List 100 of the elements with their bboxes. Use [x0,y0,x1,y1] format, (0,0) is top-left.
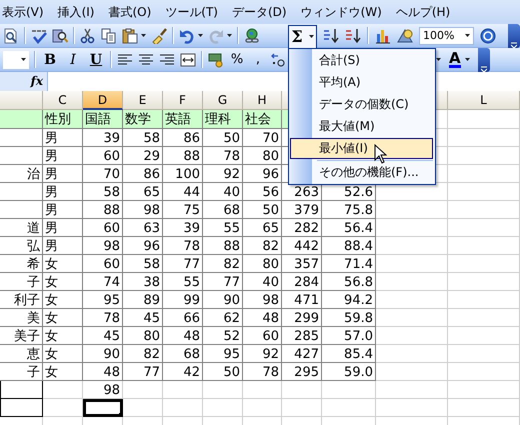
sort-descending-icon[interactable] [345,28,361,44]
menu-item[interactable]: 合計(S) [290,50,433,71]
sort-ascending-icon[interactable] [323,28,339,44]
table-cell: 77 [203,273,243,291]
selected-cell[interactable] [83,399,123,417]
table-cell: 男 [43,237,83,255]
underline-button[interactable]: U [87,52,105,68]
empty-cell [163,381,203,399]
table-cell: 48 [83,363,123,381]
table-cell: 94.2 [322,291,376,309]
empty-cell [448,219,520,237]
zoom-field[interactable]: 100% [419,26,474,44]
column-header[interactable]: L [448,91,520,110]
decimal-increase-icon[interactable] [271,52,285,68]
menu-item[interactable]: ヘルプ(H) [396,4,450,20]
column-header[interactable]: C [43,91,83,110]
italic-button[interactable]: I [64,52,82,68]
table-cell: 美 [0,309,43,327]
empty-cell [376,201,448,219]
undo-icon[interactable] [179,28,195,44]
caret-icon[interactable] [141,34,146,37]
caret-icon[interactable] [436,58,441,61]
empty-cell [376,255,448,273]
menu-item[interactable]: ウィンドウ(W) [300,4,382,20]
drawing-tools-icon[interactable] [397,28,413,44]
empty-cell [376,273,448,291]
bold-button[interactable]: B [41,52,59,68]
table-cell: 男 [43,147,83,165]
menu-item[interactable]: 挿入(I) [58,4,94,20]
table-cell: 56 [243,183,282,201]
currency-icon[interactable] [208,52,224,68]
align-left-icon[interactable] [117,52,133,68]
book-magnifier-icon[interactable] [52,28,68,44]
table-cell: 子 [0,363,43,381]
table-cell: 男 [43,183,83,201]
table-cell: 92 [203,165,243,183]
table-cell: 88 [83,201,123,219]
function-label[interactable]: fx [0,72,47,91]
table-cell: 国語 [83,110,123,129]
table-cell: 90 [83,345,123,363]
table-cell: 42 [163,363,203,381]
toolbar-grip[interactable] [478,48,490,72]
table-cell: 58 [83,183,123,201]
empty-cell [376,345,448,363]
empty-cell [376,363,448,381]
table-cell: 29 [123,147,163,165]
align-right-icon[interactable] [159,52,175,68]
menu-item[interactable]: ツール(T) [165,4,218,20]
help-icon[interactable] [480,28,496,44]
column-header[interactable]: D [83,91,123,110]
percent-button[interactable]: % [229,52,245,67]
align-center-icon[interactable] [138,52,154,68]
menu-item[interactable]: データの個数(C) [290,94,433,115]
table-cell: 理科 [203,110,243,129]
menu-item[interactable]: 表示(V) [2,4,44,20]
table-cell: 女 [43,255,83,273]
column-header[interactable]: G [203,91,243,110]
empty-cell [448,255,520,273]
merge-center-icon[interactable] [180,52,196,68]
caret-icon[interactable] [198,34,203,37]
table-cell: 男 [43,219,83,237]
font-color-button[interactable]: A [449,51,461,68]
table-cell: 85.4 [322,345,376,363]
paintbrush-icon[interactable] [151,28,167,44]
caret-icon[interactable] [227,34,232,37]
globe-link-icon[interactable] [244,28,260,44]
table-cell: 60 [83,219,123,237]
column-header[interactable]: H [243,91,282,110]
bar-chart-icon[interactable] [375,28,391,44]
table-cell: 59.0 [322,363,376,381]
table-cell: 99 [163,291,203,309]
toolbar-grip[interactable] [508,24,520,48]
checkmark-icon[interactable] [31,28,47,44]
caret-icon[interactable] [464,58,470,61]
empty-cell [0,129,43,147]
menu-item[interactable]: 書式(O) [108,4,152,20]
font-size-field[interactable] [3,50,29,68]
table-cell: 女 [43,291,83,309]
empty-cell [448,110,520,129]
page-magnifier-icon[interactable] [3,28,19,44]
empty-cell [448,237,520,255]
table-cell: 282 [282,219,322,237]
copy-icon[interactable] [101,28,117,44]
table-cell: 92 [243,345,282,363]
column-header[interactable]: E [123,91,163,110]
menu-item[interactable]: 最小値(I) [290,138,433,159]
autosum-button[interactable]: Σ [288,24,317,48]
clipboard-icon[interactable] [122,28,138,44]
table-cell: 80 [123,327,163,345]
menu-item[interactable]: 最大値(M) [290,116,433,137]
table-cell: 58 [123,255,163,273]
menu-item[interactable]: 平均(A) [290,72,433,93]
menu-item[interactable]: データ(D) [232,4,287,20]
table-cell: 90 [203,291,243,309]
menu-item[interactable]: その他の機能(F)... [290,162,433,183]
comma-button[interactable]: , [250,52,266,67]
scissors-icon[interactable] [80,28,96,44]
table-cell: 80 [243,255,282,273]
column-header[interactable]: F [163,91,203,110]
table-cell: 471 [282,291,322,309]
